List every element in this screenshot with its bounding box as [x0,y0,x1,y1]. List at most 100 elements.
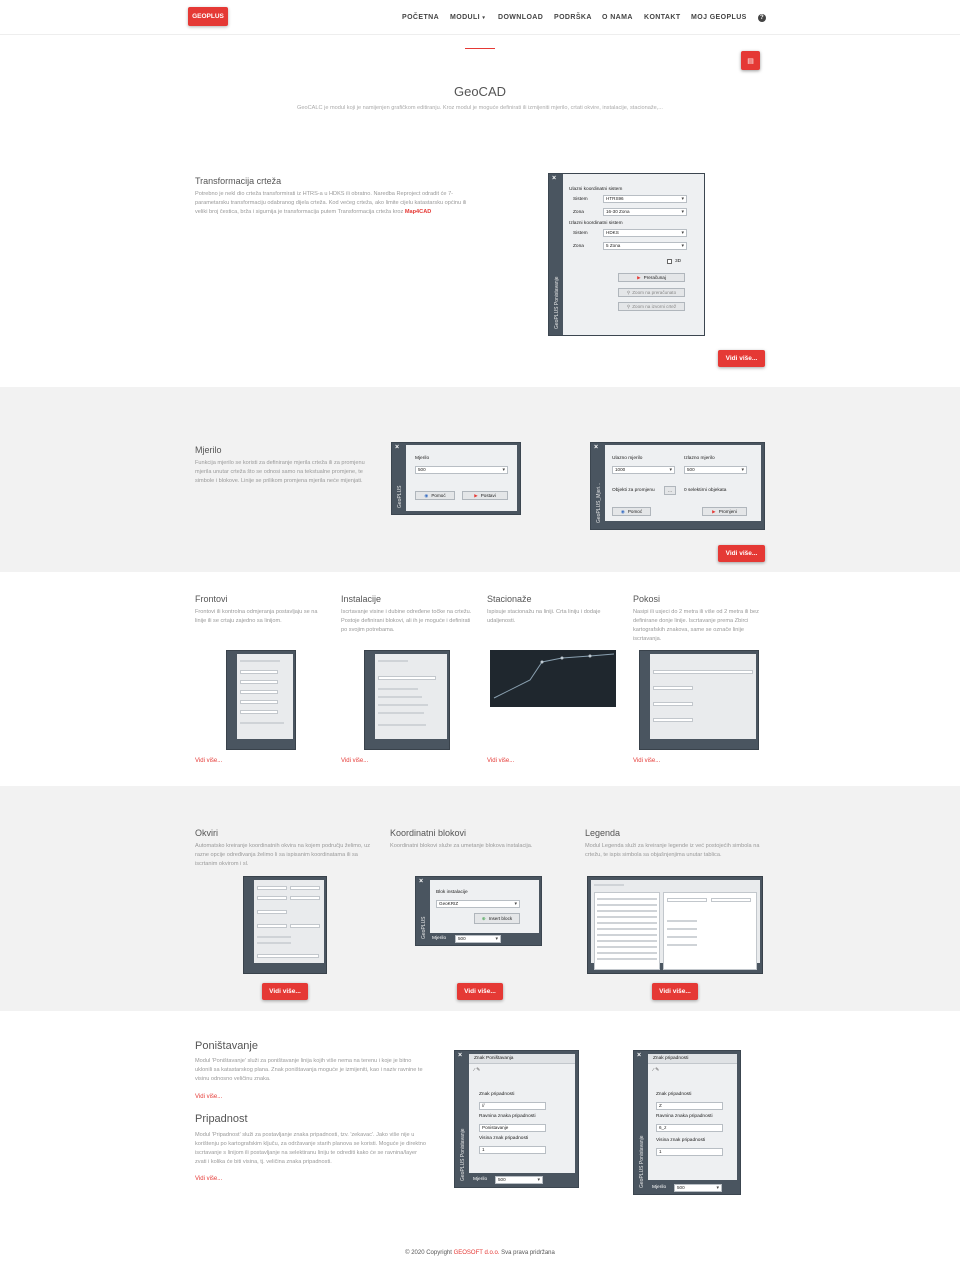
promjeni-button[interactable]: ▶ Promjeni [702,507,747,516]
zoom-izvorni-button[interactable]: ⚲ Zoom na izvorni crtež [618,302,685,311]
pokosi-more-link[interactable]: Vidi više... [633,758,660,764]
preracunaj-button[interactable]: ▶ Preračunaj [618,273,685,282]
dialog-sidebar: GeoPLUS [392,443,406,514]
mjerilo-title: Mjerilo [195,445,222,455]
frontovi-screenshot [226,650,296,750]
help-icon: ◉ [424,492,429,498]
ulazno-mjerilo-label: Ulazno mjerilo [612,456,643,461]
koordinatni-blokovi-dialog: GeoPLUS × Blok instalacije GeoKRIZ ⊕Inse… [415,876,542,946]
input-sistem-select[interactable]: HTRS96 [603,195,687,203]
zoom-preracunato-button[interactable]: ⚲ Zoom na preračunato [618,288,685,297]
dialog-body: Znak pripadnosti ⁄ ✎ Znak pripadnosti Z … [648,1054,737,1180]
help-icon: ◉ [620,508,625,514]
nav-moj-geoplus[interactable]: MOJ GEOPLUS [691,14,747,21]
play-icon: ▶ [712,508,716,514]
visina-input[interactable]: 1 [656,1148,723,1156]
close-icon[interactable]: × [395,444,399,451]
close-icon[interactable]: × [594,444,598,451]
zoom-preracunato-label: Zoom na preračunato [632,290,677,295]
output-zona-select[interactable]: 5 Zona [603,242,687,250]
frontovi-more-link[interactable]: Vidi više... [195,758,222,764]
transformacija-text: Potrebno je nekl dio crteža transformira… [195,190,475,217]
question-circle-icon[interactable]: ? [758,14,766,22]
close-icon[interactable]: × [419,878,423,885]
screenshot-body [237,654,293,739]
pencil-icon[interactable]: ⁄ ✎ [474,1068,480,1073]
help-button[interactable]: ◉ Pomoć [612,507,651,516]
instalacije-more-link[interactable]: Vidi više... [341,758,368,764]
znak-input[interactable]: Z [656,1102,723,1110]
dialog-sidebar: GeoPLUS_Mjeri... [591,443,605,529]
transformacija-dialog: GeoPLUS Ponistavanje × Ulazni koordinatn… [548,173,705,336]
mjerilo-select[interactable]: 500 [455,935,501,943]
stacionaze-drawing [493,653,615,699]
ravnina-input[interactable]: 6_z [656,1124,723,1132]
insert-block-button[interactable]: ⊕ Insert block [474,913,520,924]
visina-label: Visina znak pripadnosti [479,1136,529,1141]
input-zona-select[interactable]: 16-30 Zona [603,208,687,216]
znak-input[interactable]: // [479,1102,546,1110]
selected-count: 0 selektirni objekata [684,488,727,493]
select-objects-button[interactable]: ... [664,486,676,495]
nav-pocetna[interactable]: POČETNA [402,14,439,21]
hero-accent-line [465,48,495,49]
pencil-icon[interactable]: ⁄ ✎ [653,1068,659,1073]
mjerilo-label: Mjerilo [652,1185,667,1190]
add-icon: ⊕ [481,915,486,921]
izlazno-mjerilo-select[interactable]: 500 [684,466,747,474]
ravnina-label: Ravnina znaka pripadnosti [656,1114,713,1119]
mjerilo-select[interactable]: 500 [495,1176,543,1184]
3d-checkbox[interactable] [667,259,672,264]
sistem-label: Sistem [573,197,588,202]
legenda-more-button[interactable]: Vidi više... [652,983,698,1000]
postavi-button[interactable]: ▶ Postavi [462,491,508,500]
mjerilo-more-button[interactable]: Vidi više... [718,545,765,562]
ponistavanje-dialog: GeoPLUS Ponistavanje × Znak Poništavanja… [454,1050,579,1188]
stacionaze-text: Ispisuje stacionažu na liniji. Crta lini… [487,609,601,624]
close-icon[interactable]: × [637,1052,641,1059]
mjerilo-select[interactable]: 500 [674,1184,722,1192]
output-sistem-select[interactable]: HDKS [603,229,687,237]
nav-o-nama[interactable]: O NAMA [602,14,633,21]
geosoft-link[interactable]: GEOSOFT d.o.o. [454,1250,500,1256]
transformacija-more-button[interactable]: Vidi više... [718,350,765,367]
koordinatni-blokovi-more-button[interactable]: Vidi više... [457,983,503,1000]
zoom-izvorni-label: Zoom na izvorni crtež [632,304,677,309]
blok-instalacije-select[interactable]: GeoKRIZ [436,900,520,908]
dialog-sidebar: GeoPLUS Ponistavanje [634,1051,648,1194]
close-icon[interactable]: × [552,175,556,182]
help-button[interactable]: ◉ Pomoć [415,491,455,500]
mjerilo-label: Mjerilo [432,936,447,941]
ponistavanje-more-link[interactable]: Vidi više... [195,1094,222,1100]
dialog-body: Blok instalacije GeoKRIZ ⊕Insert block [430,880,539,933]
pripadnost-more-link[interactable]: Vidi više... [195,1176,222,1182]
map4cad-link[interactable]: Map4CAD [405,209,431,215]
ulazno-mjerilo-select[interactable]: 1000 [612,466,675,474]
dialog-body: Ulazni koordinatni sistem Sistem HTRS96 … [563,174,704,335]
okviri-more-button[interactable]: Vidi više... [262,983,308,1000]
nav-podrska[interactable]: PODRŠKA [554,14,592,21]
postavi-label: Postavi [480,493,496,498]
ravnina-input[interactable]: Ponistavanje [479,1124,546,1132]
help-label: Pomoć [627,509,643,514]
screenshot-body [650,654,756,739]
nav-download[interactable]: DOWNLOAD [498,14,543,21]
3d-label: 3D [675,259,682,264]
mjerilo-select[interactable]: 500 [415,466,508,474]
pdf-download-button[interactable]: ▤ [741,51,760,70]
geoplus-logo[interactable]: GEOPLUS [188,7,228,26]
mjerilo-text: Funkcija mjerilo se koristi za definiran… [195,460,365,484]
pokosi-screenshot [639,650,759,750]
page-subtitle: GeoCALC je modul koji je namijenjen graf… [297,105,663,111]
stacionaze-screenshot [490,650,616,707]
close-icon[interactable]: × [458,1052,462,1059]
visina-input[interactable]: 1 [479,1146,546,1154]
caret-down-icon: ▾ [482,15,486,21]
stacionaze-more-link[interactable]: Vidi više... [487,758,514,764]
stacionaze-title: Stacionaže [487,594,532,604]
nav-kontakt[interactable]: KONTAKT [644,14,681,21]
sistem-label: Sistem [573,231,588,236]
transformacija-title: Transformacija crteža [195,176,282,186]
blok-instalacije-label: Blok instalacije [436,890,468,895]
nav-moduli[interactable]: MODULI ▾ [450,14,485,21]
